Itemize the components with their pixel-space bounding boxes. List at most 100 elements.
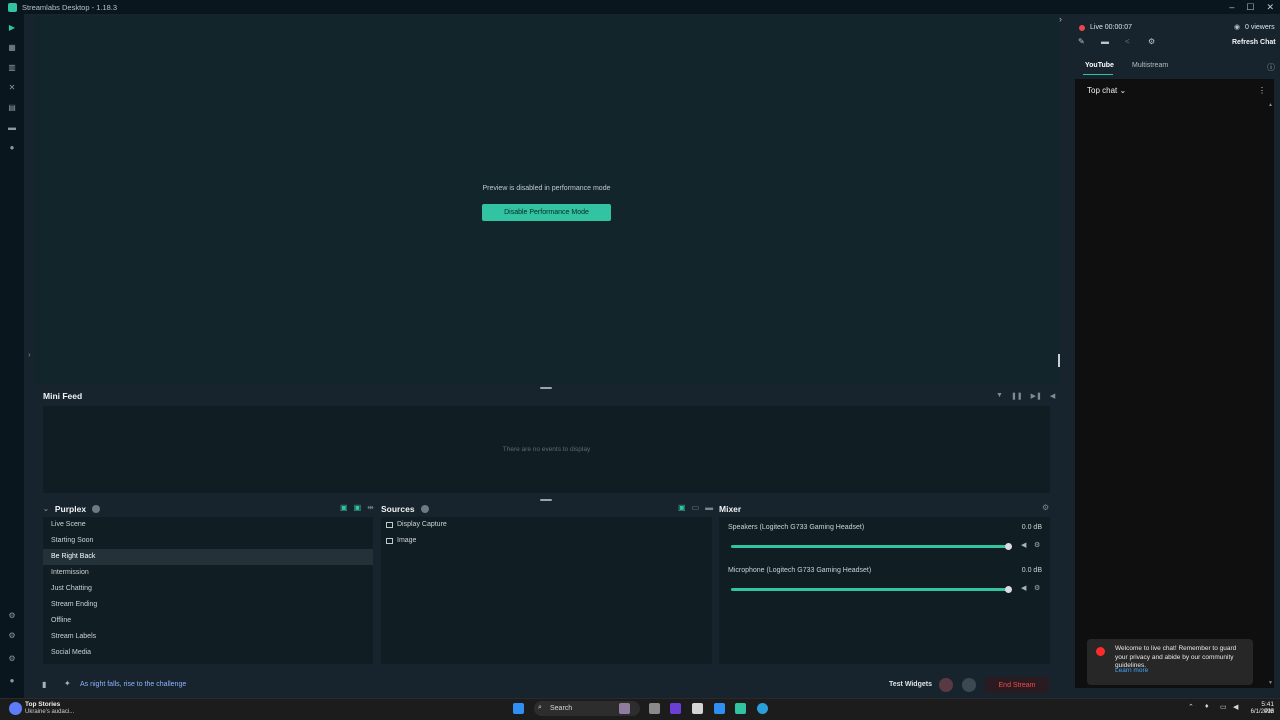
store-icon[interactable]: ▤: [8, 104, 16, 112]
disable-performance-mode-button[interactable]: Disable Performance Mode: [482, 204, 611, 221]
refresh-chat-button[interactable]: Refresh Chat: [1232, 39, 1276, 46]
news-subtitle[interactable]: Ukraine's audaci...: [25, 709, 74, 715]
scenes-header: ⌄ Purplex: [43, 504, 101, 514]
profile-icon[interactable]: ●: [8, 677, 16, 685]
source-item[interactable]: Image: [381, 533, 712, 549]
microphone-icon[interactable]: ♦: [1205, 703, 1209, 710]
video-icon[interactable]: ▬: [1101, 37, 1109, 46]
chevron-down-icon[interactable]: ⌄: [43, 505, 49, 513]
top-chat-label: Top chat: [1087, 86, 1118, 95]
network-icon[interactable]: ▭: [1220, 703, 1227, 711]
edge-browser-icon[interactable]: [757, 703, 768, 714]
close-icon[interactable]: ✕: [1266, 2, 1274, 13]
tab-youtube[interactable]: YouTube: [1085, 62, 1114, 69]
scene-item[interactable]: Starting Soon: [43, 533, 373, 549]
gear-icon[interactable]: ⚙: [1042, 503, 1049, 512]
volume-icon[interactable]: ◀: [1233, 703, 1238, 711]
chevron-right-icon[interactable]: ›: [28, 350, 31, 359]
gear-icon[interactable]: ⚙: [1034, 584, 1040, 592]
message-of-the-day[interactable]: As night falls, rise to the challenge: [80, 681, 186, 688]
top-chat-dropdown[interactable]: Top chat ⌄: [1087, 86, 1126, 95]
gear-icon[interactable]: ⚙: [1148, 37, 1155, 46]
record-button[interactable]: [939, 678, 953, 692]
volume-slider-knob[interactable]: [1005, 543, 1012, 550]
mixer-track-name: Speakers (Logitech G733 Gaming Headset): [728, 524, 865, 531]
scene-item[interactable]: Offline: [43, 613, 373, 629]
maximize-icon[interactable]: ☐: [1246, 2, 1254, 13]
scene-item[interactable]: Social Media: [43, 645, 373, 661]
task-view-icon[interactable]: [649, 703, 660, 714]
scroll-down-icon[interactable]: ▼: [1268, 680, 1273, 686]
streamlabs-taskbar-icon[interactable]: [735, 703, 746, 714]
mini-feed-empty-text: There are no events to display: [502, 446, 591, 453]
scene-item[interactable]: Stream Labels: [43, 629, 373, 645]
tab-multistream[interactable]: Multistream: [1132, 62, 1168, 69]
scene-item[interactable]: Stream Ending: [43, 597, 373, 613]
app-icon[interactable]: [692, 703, 703, 714]
resize-handle[interactable]: [1058, 354, 1060, 367]
speaker-icon[interactable]: ◀: [1021, 541, 1026, 549]
folder-icon[interactable]: ▬: [705, 503, 713, 512]
announcement-icon[interactable]: ✦: [64, 679, 71, 688]
gear-icon[interactable]: ⚙: [1034, 541, 1040, 549]
skip-icon[interactable]: ▶❚: [1031, 392, 1042, 400]
windows-start-icon[interactable]: [513, 703, 524, 714]
app-icon[interactable]: [670, 703, 681, 714]
live-status: Live 00:00:07: [1090, 24, 1133, 31]
file-explorer-icon[interactable]: [714, 703, 725, 714]
info-icon[interactable]: ⓘ: [1267, 62, 1275, 73]
volume-icon[interactable]: ◀: [1050, 392, 1055, 400]
record-source-icon[interactable]: ▭: [692, 503, 700, 512]
volume-slider-track[interactable]: [731, 588, 1009, 591]
speaker-icon[interactable]: ◀: [1021, 584, 1026, 592]
source-label: Display Capture: [397, 521, 447, 528]
volume-slider-knob[interactable]: [1005, 586, 1012, 593]
play-circle-icon[interactable]: ●: [8, 144, 16, 152]
youtube-icon: [1096, 647, 1105, 656]
scene-view-icon[interactable]: ▣: [354, 503, 362, 512]
mini-feed-title: Mini Feed: [43, 391, 83, 401]
clock-date[interactable]: 6/1/2025: [1246, 709, 1274, 715]
resize-handle[interactable]: [540, 499, 552, 501]
link-icon[interactable]: ⚙: [8, 612, 16, 620]
chevron-right-icon[interactable]: ›: [1059, 14, 1062, 24]
resize-handle[interactable]: [540, 387, 552, 389]
volume-slider-track[interactable]: [731, 545, 1009, 548]
add-scene-icon[interactable]: [92, 505, 101, 513]
end-stream-button[interactable]: End Stream: [985, 677, 1049, 693]
editor-icon[interactable]: ▶: [8, 24, 16, 32]
add-source-icon[interactable]: [420, 505, 429, 513]
performance-icon[interactable]: ▮: [42, 680, 46, 689]
news-title[interactable]: Top Stories: [25, 701, 60, 708]
tools-icon[interactable]: ✕: [8, 84, 16, 92]
dashboard-icon[interactable]: ▦: [8, 44, 16, 52]
more-options-icon[interactable]: ⋮: [1258, 86, 1266, 95]
share-icon[interactable]: <: [1125, 37, 1130, 46]
monitor-icon: [386, 522, 393, 528]
news-widget-icon[interactable]: [9, 702, 22, 715]
scene-item[interactable]: Just Chatting: [43, 581, 373, 597]
scroll-up-icon[interactable]: ▲: [1268, 102, 1273, 108]
source-item[interactable]: Display Capture: [381, 517, 712, 533]
minimize-icon[interactable]: –: [1229, 2, 1234, 12]
scene-collection-name[interactable]: Purplex: [55, 504, 86, 514]
test-widgets-button[interactable]: Test Widgets: [889, 681, 932, 688]
filter-icon[interactable]: ▼: [996, 392, 1003, 400]
schedule-icon[interactable]: [962, 678, 976, 692]
scene-item[interactable]: Intermission: [43, 565, 373, 581]
transitions-icon[interactable]: ⇹: [367, 503, 374, 512]
integrations-icon[interactable]: ⚙: [8, 632, 16, 640]
studio-mode-icon[interactable]: ▣: [340, 503, 348, 512]
scene-item[interactable]: Live Scene: [43, 517, 373, 533]
edit-icon[interactable]: ✎: [1078, 37, 1085, 46]
learn-more-link[interactable]: Learn more: [1115, 667, 1148, 674]
layout-icon[interactable]: ▥: [8, 64, 16, 72]
chevron-up-icon[interactable]: ⌃: [1188, 703, 1194, 711]
windows-taskbar: [0, 698, 1280, 720]
sources-list: Display Capture Image: [381, 517, 712, 664]
scene-item[interactable]: Be Right Back: [43, 549, 373, 565]
pause-icon[interactable]: ❚❚: [1011, 392, 1023, 400]
add-group-icon[interactable]: ▣: [678, 503, 686, 512]
settings-icon[interactable]: ⚙: [8, 655, 16, 663]
highlighter-icon[interactable]: ▬: [8, 124, 16, 132]
